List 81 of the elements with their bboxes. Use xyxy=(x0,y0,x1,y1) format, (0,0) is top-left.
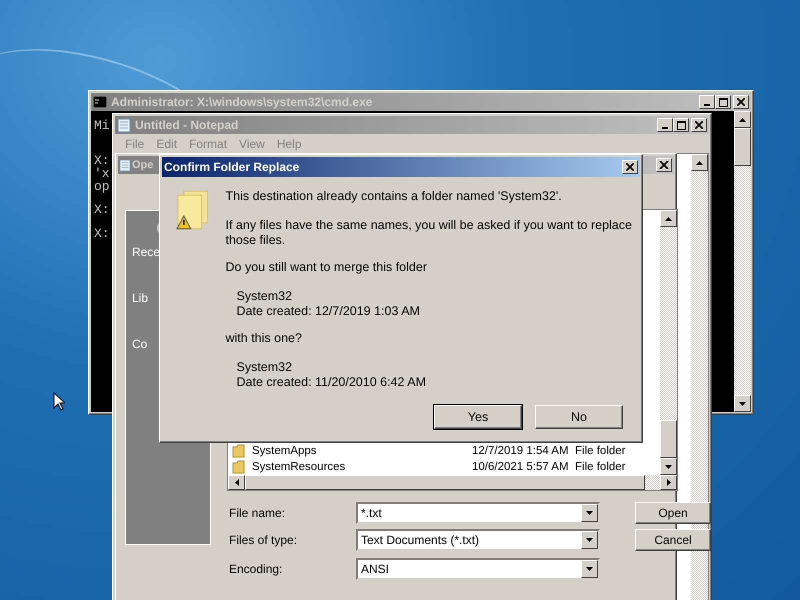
maximize-icon xyxy=(718,98,728,106)
folder-icon xyxy=(232,460,245,474)
window-title: Ope xyxy=(132,159,154,171)
field-label: Files of type: xyxy=(228,533,298,547)
dialog-question: with this one? xyxy=(226,331,303,346)
scroll-right-button[interactable] xyxy=(660,475,677,490)
console-text: op xyxy=(94,180,110,193)
no-button[interactable]: No xyxy=(535,405,623,429)
window-title: Administrator: X:\windows\system32\cmd.exe xyxy=(111,95,374,109)
right-arrow-icon xyxy=(666,479,670,486)
file-row[interactable]: SystemApps 12/7/2019 1:54 AM File folder xyxy=(228,443,660,459)
up-arrow-icon xyxy=(665,216,672,220)
file-name: SystemResources xyxy=(252,461,346,473)
field-label: Encoding: xyxy=(228,562,284,576)
down-arrow-icon xyxy=(665,464,672,468)
folder-icon xyxy=(232,444,245,458)
close-button[interactable] xyxy=(656,158,672,172)
dialog-title: Confirm Folder Replace xyxy=(164,160,300,174)
scroll-up-button[interactable] xyxy=(734,111,751,128)
scroll-thumb[interactable] xyxy=(660,420,677,458)
console-text: 'x xyxy=(94,167,110,180)
notepad-icon xyxy=(119,158,131,172)
down-arrow-icon xyxy=(586,538,593,542)
maximize-button[interactable] xyxy=(715,95,731,109)
folder-date: Date created: 12/7/2019 1:03 AM xyxy=(236,304,421,319)
file-row[interactable]: SystemResources 10/6/2021 5:57 AM File folder xyxy=(228,459,660,475)
dropdown-field[interactable]: *.txt xyxy=(356,502,600,524)
folder-name: System32 xyxy=(236,360,294,375)
minimize-button[interactable] xyxy=(699,95,715,109)
pointer-icon xyxy=(53,392,65,411)
scrollbar[interactable] xyxy=(691,154,708,600)
place-item[interactable]: Lib xyxy=(132,291,148,305)
file-name: SystemApps xyxy=(252,445,318,457)
close-icon xyxy=(695,121,703,129)
open-button[interactable]: Open xyxy=(635,502,711,524)
dropdown-field[interactable]: ANSI xyxy=(356,558,600,580)
left-arrow-icon xyxy=(234,479,238,486)
folder-date: Date created: 11/20/2010 6:42 AM xyxy=(236,375,427,390)
close-icon xyxy=(737,98,745,106)
dropdown-field[interactable]: Text Documents (*.txt) xyxy=(356,529,600,551)
scroll-down-button[interactable] xyxy=(734,395,751,412)
scroll-thumb[interactable] xyxy=(734,128,751,166)
scroll-left-button[interactable] xyxy=(228,475,245,490)
field-label: File name: xyxy=(228,506,286,520)
console-text: X: xyxy=(94,227,110,240)
minimize-button[interactable] xyxy=(657,118,673,132)
scrollbar[interactable] xyxy=(660,210,677,475)
down-arrow-icon xyxy=(739,402,746,406)
yes-button[interactable]: Yes xyxy=(434,405,522,429)
scroll-up-button[interactable] xyxy=(660,210,677,227)
cancel-button[interactable]: Cancel xyxy=(635,529,711,551)
notepad-icon xyxy=(117,118,131,132)
up-arrow-icon xyxy=(739,118,746,122)
dialog-question: Do you still want to merge this folder xyxy=(226,260,428,275)
close-button[interactable] xyxy=(733,95,749,109)
file-type: File folder xyxy=(575,461,626,473)
close-button[interactable] xyxy=(691,118,707,132)
file-date: 10/6/2021 5:57 AM xyxy=(472,461,570,473)
file-type: File folder xyxy=(575,445,626,457)
scrollbar[interactable] xyxy=(734,111,751,412)
console-icon xyxy=(93,96,107,108)
up-arrow-icon xyxy=(696,160,703,164)
folder-name: System32 xyxy=(236,289,294,304)
down-arrow-icon xyxy=(586,567,593,571)
scroll-up-button[interactable] xyxy=(691,154,708,171)
place-item[interactable]: Rece xyxy=(132,245,160,259)
down-arrow-icon xyxy=(586,511,593,515)
scroll-down-button[interactable] xyxy=(660,458,677,475)
maximize-icon xyxy=(676,120,686,130)
file-date: 12/7/2019 1:54 AM xyxy=(472,445,570,457)
console-text: Mi xyxy=(94,119,110,132)
dialog-message: If any files have the same names, you will be asked if you want to replace those files. xyxy=(226,218,633,248)
place-item[interactable]: Co xyxy=(132,337,148,351)
close-button[interactable] xyxy=(622,160,638,174)
close-icon xyxy=(626,163,634,171)
console-text: X: xyxy=(94,203,110,216)
maximize-button[interactable] xyxy=(673,118,689,132)
window-title: Untitled - Notepad xyxy=(135,118,240,132)
dialog-message: This destination already contains a folder named 'System32'. xyxy=(226,189,563,204)
console-text: X: xyxy=(94,154,110,167)
close-icon xyxy=(658,161,670,169)
